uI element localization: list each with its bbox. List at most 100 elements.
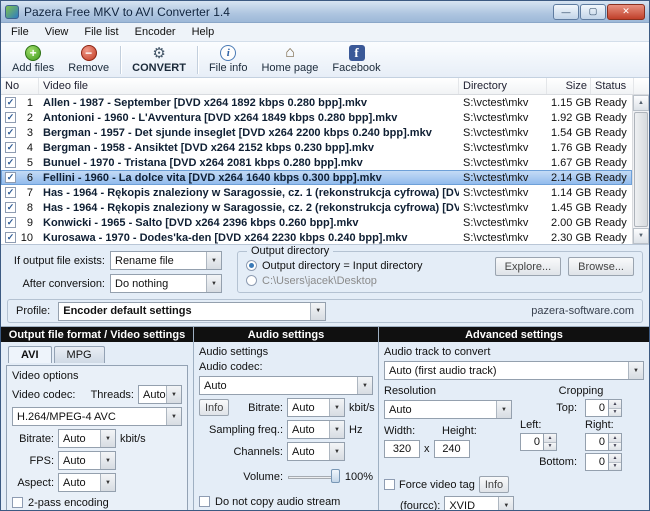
fps-label: FPS: bbox=[29, 454, 54, 467]
minimize-button[interactable]: — bbox=[553, 3, 579, 20]
convert-button[interactable]: ⚙ CONVERT bbox=[125, 44, 193, 75]
tab-avi[interactable]: AVI bbox=[8, 346, 52, 363]
row-number: 10 bbox=[20, 231, 33, 244]
browse-button[interactable]: Browse... bbox=[568, 257, 634, 276]
menu-item[interactable]: Encoder bbox=[127, 24, 184, 40]
width-input[interactable]: 320 bbox=[384, 440, 420, 458]
table-row[interactable]: ✓ 10 Kurosawa - 1970 - Dodes'ka-den [DVD… bbox=[1, 230, 632, 244]
row-number: 4 bbox=[26, 141, 33, 154]
sampling-freq-select[interactable]: Auto ▼ bbox=[287, 420, 345, 439]
volume-slider-thumb[interactable] bbox=[330, 469, 340, 483]
crop-right-stepper[interactable]: 0 ▲ ▼ bbox=[585, 433, 642, 451]
file-size: 2.30 GB bbox=[551, 231, 591, 244]
row-checkbox[interactable]: ✓ bbox=[5, 127, 16, 138]
force-video-tag-checkbox[interactable] bbox=[384, 479, 395, 490]
app-icon bbox=[5, 4, 19, 19]
tab-mpg[interactable]: MPG bbox=[53, 346, 105, 363]
height-input[interactable]: 240 bbox=[433, 440, 470, 458]
row-checkbox[interactable]: ✓ bbox=[5, 172, 16, 183]
table-row[interactable]: ✓ 6 Fellini - 1960 - La dolce vita [DVD … bbox=[1, 170, 632, 185]
video-bitrate-select[interactable]: Auto ▼ bbox=[58, 429, 116, 448]
table-row[interactable]: ✓ 2 Antonioni - 1960 - L'Avventura [DVD … bbox=[1, 110, 632, 125]
table-row[interactable]: ✓ 4 Bergman - 1958 - Ansiktet [DVD x264 … bbox=[1, 140, 632, 155]
after-conversion-select[interactable]: Do nothing ▼ bbox=[110, 274, 222, 293]
output-directory-group: Output directory Output directory = Inpu… bbox=[237, 245, 643, 293]
scroll-up-icon[interactable]: ▲ bbox=[633, 95, 649, 111]
chevron-down-icon: ▼ bbox=[496, 401, 511, 418]
profile-select[interactable]: Encoder default settings ▼ bbox=[58, 301, 327, 321]
table-row[interactable]: ✓ 9 Konwicki - 1965 - Salto [DVD x264 23… bbox=[1, 215, 632, 230]
row-checkbox[interactable]: ✓ bbox=[5, 97, 16, 108]
crop-top-stepper[interactable]: 0 ▲ ▼ bbox=[585, 399, 642, 417]
crop-left-stepper[interactable]: 0 ▲ ▼ bbox=[520, 433, 577, 451]
threads-select[interactable]: Auto ▼ bbox=[138, 385, 182, 404]
crop-bottom-stepper[interactable]: 0 ▲ ▼ bbox=[585, 453, 642, 471]
scrollbar-thumb[interactable] bbox=[634, 112, 648, 227]
row-checkbox[interactable]: ✓ bbox=[5, 142, 16, 153]
add-files-button[interactable]: + Add files bbox=[5, 44, 61, 75]
explore-button[interactable]: Explore... bbox=[494, 257, 562, 276]
row-checkbox[interactable]: ✓ bbox=[5, 187, 16, 198]
column-header-size[interactable]: Size bbox=[547, 78, 591, 94]
cropping-label: Cropping bbox=[558, 385, 604, 397]
close-button[interactable]: ✕ bbox=[607, 3, 645, 20]
file-status: Ready bbox=[595, 171, 627, 184]
video-codec-select[interactable]: H.264/MPEG-4 AVC ▼ bbox=[12, 407, 182, 426]
table-row[interactable]: ✓ 3 Bergman - 1957 - Det sjunde inseglet… bbox=[1, 125, 632, 140]
row-checkbox[interactable]: ✓ bbox=[5, 217, 16, 228]
fourcc-info-button[interactable]: Info bbox=[478, 476, 510, 493]
menu-item[interactable]: Help bbox=[184, 24, 223, 40]
table-row[interactable]: ✓ 8 Has - 1964 - Rękopis znaleziony w Sa… bbox=[1, 200, 632, 215]
facebook-button[interactable]: f Facebook bbox=[325, 44, 387, 75]
menu-item[interactable]: File list bbox=[76, 24, 126, 40]
column-header-status[interactable]: Status bbox=[591, 78, 634, 94]
maximize-button[interactable]: ▢ bbox=[580, 3, 606, 20]
channels-label: Channels: bbox=[233, 445, 283, 458]
remove-label: Remove bbox=[68, 62, 110, 74]
home-page-button[interactable]: ⌂ Home page bbox=[254, 44, 325, 75]
two-pass-checkbox[interactable] bbox=[12, 497, 23, 508]
video-file-name: Has - 1964 - Rękopis znaleziony w Sarago… bbox=[43, 186, 459, 199]
file-status: Ready bbox=[595, 231, 627, 244]
radio-output-equals-input[interactable] bbox=[246, 260, 257, 271]
audio-bitrate-select[interactable]: Auto ▼ bbox=[287, 398, 345, 417]
if-exists-select[interactable]: Rename file ▼ bbox=[110, 251, 222, 270]
no-copy-audio-checkbox[interactable] bbox=[199, 496, 210, 507]
row-checkbox[interactable]: ✓ bbox=[5, 202, 16, 213]
remove-button[interactable]: − Remove bbox=[61, 44, 116, 75]
file-size: 1.92 GB bbox=[551, 111, 591, 124]
fps-select[interactable]: Auto ▼ bbox=[58, 451, 116, 470]
table-row[interactable]: ✓ 7 Has - 1964 - Rękopis znaleziony w Sa… bbox=[1, 185, 632, 200]
website-link[interactable]: pazera-software.com bbox=[531, 305, 634, 317]
audio-codec-select[interactable]: Auto ▼ bbox=[199, 376, 373, 395]
volume-slider[interactable] bbox=[287, 468, 341, 485]
row-checkbox[interactable]: ✓ bbox=[5, 232, 16, 243]
file-size: 1.45 GB bbox=[551, 201, 591, 214]
column-header-no[interactable]: No bbox=[1, 78, 39, 94]
resolution-select[interactable]: Auto ▼ bbox=[384, 400, 512, 419]
scroll-down-icon[interactable]: ▼ bbox=[633, 228, 649, 244]
fourcc-select[interactable]: XVID ▼ bbox=[444, 496, 515, 510]
vertical-scrollbar[interactable]: ▲ ▼ bbox=[632, 95, 649, 244]
column-header-directory[interactable]: Directory bbox=[459, 78, 547, 94]
column-header-video-file[interactable]: Video file bbox=[39, 78, 459, 94]
aspect-select[interactable]: Auto ▼ bbox=[58, 473, 116, 492]
video-codec-label: Video codec: bbox=[12, 388, 76, 401]
audio-track-select[interactable]: Auto (first audio track) ▼ bbox=[384, 361, 644, 380]
file-info-label: File info bbox=[208, 62, 248, 74]
step-up-icon: ▲ bbox=[609, 434, 621, 443]
table-row[interactable]: ✓ 1 Allen - 1987 - September [DVD x264 1… bbox=[1, 95, 632, 110]
step-down-icon: ▼ bbox=[609, 462, 621, 470]
titlebar: Pazera Free MKV to AVI Converter 1.4 — ▢… bbox=[1, 1, 649, 23]
row-checkbox[interactable]: ✓ bbox=[5, 112, 16, 123]
radio-custom-directory[interactable] bbox=[246, 275, 257, 286]
row-checkbox[interactable]: ✓ bbox=[5, 157, 16, 168]
menu-item[interactable]: File bbox=[3, 24, 37, 40]
if-exists-label: If output file exists: bbox=[13, 254, 105, 267]
chevron-down-icon: ▼ bbox=[100, 474, 115, 491]
table-row[interactable]: ✓ 5 Bunuel - 1970 - Tristana [DVD x264 2… bbox=[1, 155, 632, 170]
file-info-button[interactable]: i File info bbox=[202, 44, 255, 75]
audio-info-button[interactable]: Info bbox=[199, 399, 230, 416]
channels-select[interactable]: Auto ▼ bbox=[287, 442, 345, 461]
menu-item[interactable]: View bbox=[37, 24, 77, 40]
